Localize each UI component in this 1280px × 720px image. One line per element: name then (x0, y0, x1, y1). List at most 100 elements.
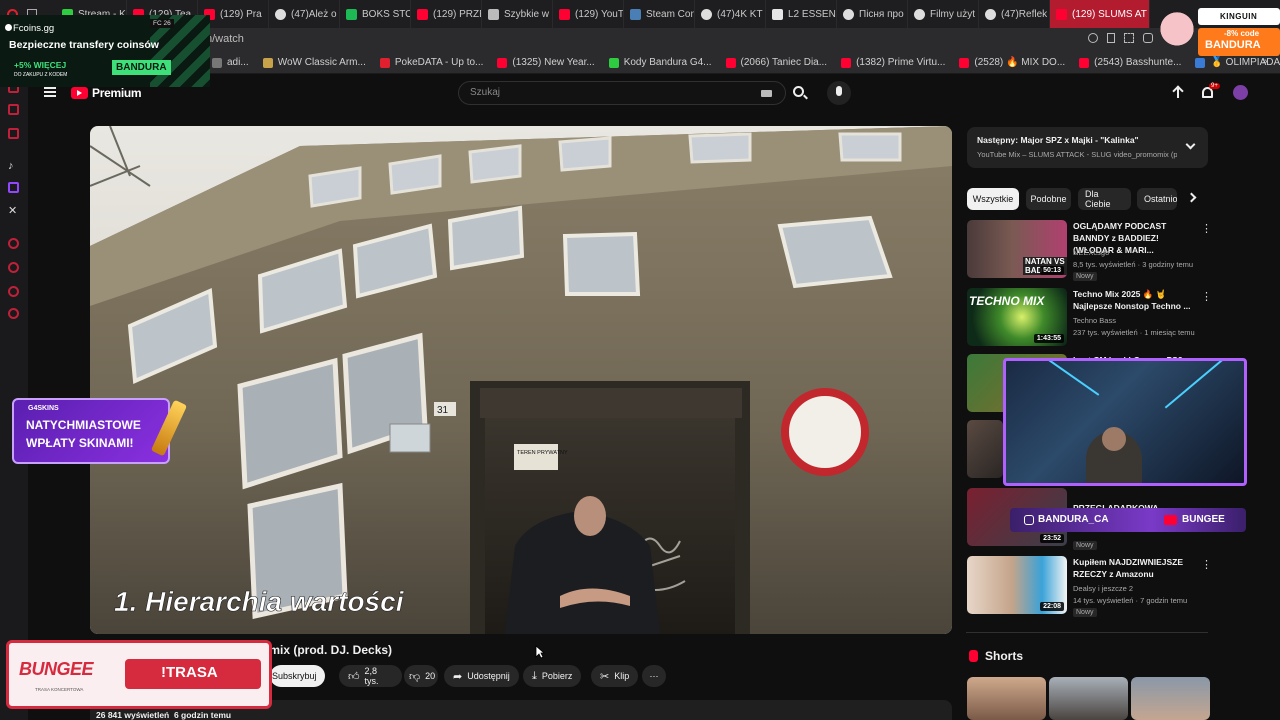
private-area-sign: TEREN PRYWATNY (517, 450, 568, 456)
bookmark-item[interactable]: WoW Classic Arm... (262, 57, 366, 68)
g4skins-ad-overlay: G4SKINS NATYCHMIASTOWE WPŁATY SKINAMI! (12, 398, 170, 464)
account-avatar[interactable] (1233, 85, 1248, 100)
browser-tab[interactable]: (129) YouT (553, 0, 624, 28)
recommendation-thumbnail[interactable]: TECHNO MIX 1:43:55 (967, 288, 1067, 346)
bookmark-item[interactable]: adi... (212, 57, 249, 68)
browser-tab[interactable]: Szybkie w (482, 0, 553, 28)
short-thumbnail[interactable] (1049, 677, 1128, 720)
search-button[interactable] (784, 81, 816, 105)
more-options-icon[interactable]: ⋮ (1201, 222, 1212, 235)
chip-all[interactable]: Wszystkie (967, 188, 1019, 210)
browser-tab[interactable]: Steam Con (624, 0, 695, 28)
notifications-button[interactable]: 9+ (1201, 83, 1220, 100)
like-count: 2,8 tys. (364, 666, 379, 686)
more-options-icon[interactable]: ⋮ (1201, 290, 1212, 303)
tab-favicon-icon (275, 8, 286, 20)
bookmark-label: adi... (227, 57, 249, 68)
x-icon[interactable]: ✕ (8, 204, 19, 217)
browser-tab[interactable]: BOKS STO (340, 0, 411, 28)
browser-tab[interactable]: Пісня про (837, 0, 908, 28)
g4skins-line1: NATYCHMIASTOWE (26, 418, 141, 432)
duration-badge: 23:52 (1040, 534, 1064, 543)
youtube-logo-text: Premium (92, 86, 142, 100)
short-thumbnail[interactable] (1131, 677, 1210, 720)
chip-related[interactable]: Podobne (1026, 188, 1071, 210)
recommendation-item[interactable]: 22:08 Kupiłem NAJDZIWNIEJSZE RZECZY z Am… (967, 556, 1212, 618)
house-number-sign: 31 (437, 405, 449, 416)
extensions-icon[interactable] (8, 286, 19, 297)
bookmark-label: (1382) Prime Virtu... (856, 57, 946, 68)
more-actions-button[interactable]: ⋯ (642, 665, 666, 687)
download-icon: ⤓ (532, 669, 537, 682)
bookmark-item[interactable]: PokeDATA - Up to... (379, 57, 484, 68)
voice-search-button[interactable] (827, 81, 851, 105)
fcoins-brand: Fcoins.gg (13, 23, 55, 34)
subscribe-button[interactable]: Subskrybuj (270, 665, 325, 687)
browser-tab[interactable]: Filmy użyt (908, 0, 979, 28)
thumbs-up-icon: 👍︎ (348, 670, 360, 683)
more-options-icon[interactable]: ⋮ (1201, 558, 1212, 571)
share-button[interactable]: ➦ Udostępnij (444, 665, 519, 687)
browser-tab[interactable]: (129) PRZE (411, 0, 482, 28)
tiktok-icon[interactable]: ♪ (8, 160, 19, 172)
browser-tab[interactable]: L2 ESSEN (766, 0, 837, 28)
browser-tab[interactable]: (129) SLUMS AT (1050, 0, 1150, 28)
zoom-icon[interactable] (1088, 33, 1098, 43)
recommendation-thumbnail[interactable]: NATAN VS BAD 50:13 (967, 220, 1067, 278)
chip-recent[interactable]: Ostatnio (1137, 188, 1177, 210)
bungee-subtitle: TRASA KONCERTOWA (35, 687, 84, 692)
player-icon[interactable] (8, 238, 19, 249)
youtube-icon[interactable] (8, 128, 19, 139)
create-upload-icon[interactable] (1172, 85, 1184, 100)
browser-tab[interactable]: (47)Reflek (979, 0, 1050, 28)
recommendation-item[interactable]: TECHNO MIX 1:43:55 Techno Mix 2025 🔥 🤘 N… (967, 288, 1212, 350)
browser-tab[interactable]: (47)4K KT (695, 0, 766, 28)
clip-button[interactable]: ✂ Klip (591, 665, 639, 687)
bookmark-item[interactable]: (2066) Taniec Dia... (725, 57, 827, 68)
bookmark-item[interactable]: Kody Bandura G4... (608, 57, 712, 68)
youtube-logo[interactable]: Premium (71, 86, 142, 100)
like-button[interactable]: 👍︎ 2,8 tys. (339, 665, 402, 687)
bookmark-favicon-icon (1195, 57, 1206, 68)
recommendation-meta: 14 tys. wyświetleń · 7 godzin temu (1073, 596, 1188, 605)
menu-icon[interactable] (44, 87, 56, 97)
recommendation-thumbnail[interactable] (967, 420, 1003, 478)
screenshot-icon[interactable] (1124, 33, 1134, 43)
chevron-down-icon[interactable] (1185, 139, 1196, 150)
recommendation-thumbnail[interactable]: 22:08 (967, 556, 1067, 614)
download-button[interactable]: ⤓ Pobierz (523, 665, 582, 687)
settings-icon[interactable] (8, 308, 19, 319)
instagram-icon[interactable] (8, 104, 19, 115)
browser-tab-label: (47)4K KT (717, 8, 763, 20)
search-input[interactable]: Szukaj (458, 81, 786, 105)
keyboard-icon[interactable] (761, 90, 772, 97)
kinguin-ad-overlay: KINGUIN -8% code BANDURA (1158, 2, 1280, 58)
url-field[interactable]: n/watch (206, 33, 244, 45)
mic-icon (836, 86, 842, 96)
dislike-button[interactable]: 👎︎ 20 (404, 665, 438, 687)
twitch-icon[interactable] (8, 182, 19, 193)
pin-icon[interactable] (1107, 33, 1115, 43)
history-icon[interactable] (8, 262, 19, 273)
tab-favicon-icon (843, 8, 854, 20)
browser-tab[interactable]: (47)Ależ o (269, 0, 340, 28)
video-caption: 1. Hierarchia wartości (114, 586, 405, 617)
notification-count-badge: 9+ (1209, 83, 1220, 89)
bookmark-favicon-icon (959, 57, 970, 68)
bookmark-favicon-icon (497, 57, 508, 68)
bookmark-label: PokeDATA - Up to... (394, 57, 484, 68)
bookmark-item[interactable]: (1325) New Year... (497, 57, 595, 68)
g4skins-line2: WPŁATY SKINAMI! (26, 436, 134, 450)
chip-for-you[interactable]: Dla Ciebie (1078, 188, 1131, 210)
chevron-right-icon[interactable] (1186, 192, 1197, 203)
bookmark-item[interactable]: (2528) 🔥 MIX DO... (959, 57, 1065, 68)
recommendation-title: Techno Mix 2025 🔥 🤘 Najlepsze Nonstop Te… (1073, 289, 1191, 311)
video-player[interactable]: 31 TEREN PRYWATNY 1. Hierarchia wartości (90, 126, 952, 634)
bookmark-item[interactable]: (1382) Prime Virtu... (841, 57, 945, 68)
short-thumbnail[interactable] (967, 677, 1046, 720)
browser-tab-label: (129) SLUMS AT (1072, 8, 1147, 20)
recommendation-item[interactable]: NATAN VS BAD 50:13 OGLĄDAMY PODCAST BANN… (967, 220, 1212, 282)
bookmark-item[interactable]: (2543) Basshunte... (1079, 57, 1181, 68)
shield-icon[interactable] (1143, 33, 1153, 43)
up-next-panel[interactable]: Następny: Major SPZ x Majki - "Kalinka" … (967, 127, 1208, 168)
